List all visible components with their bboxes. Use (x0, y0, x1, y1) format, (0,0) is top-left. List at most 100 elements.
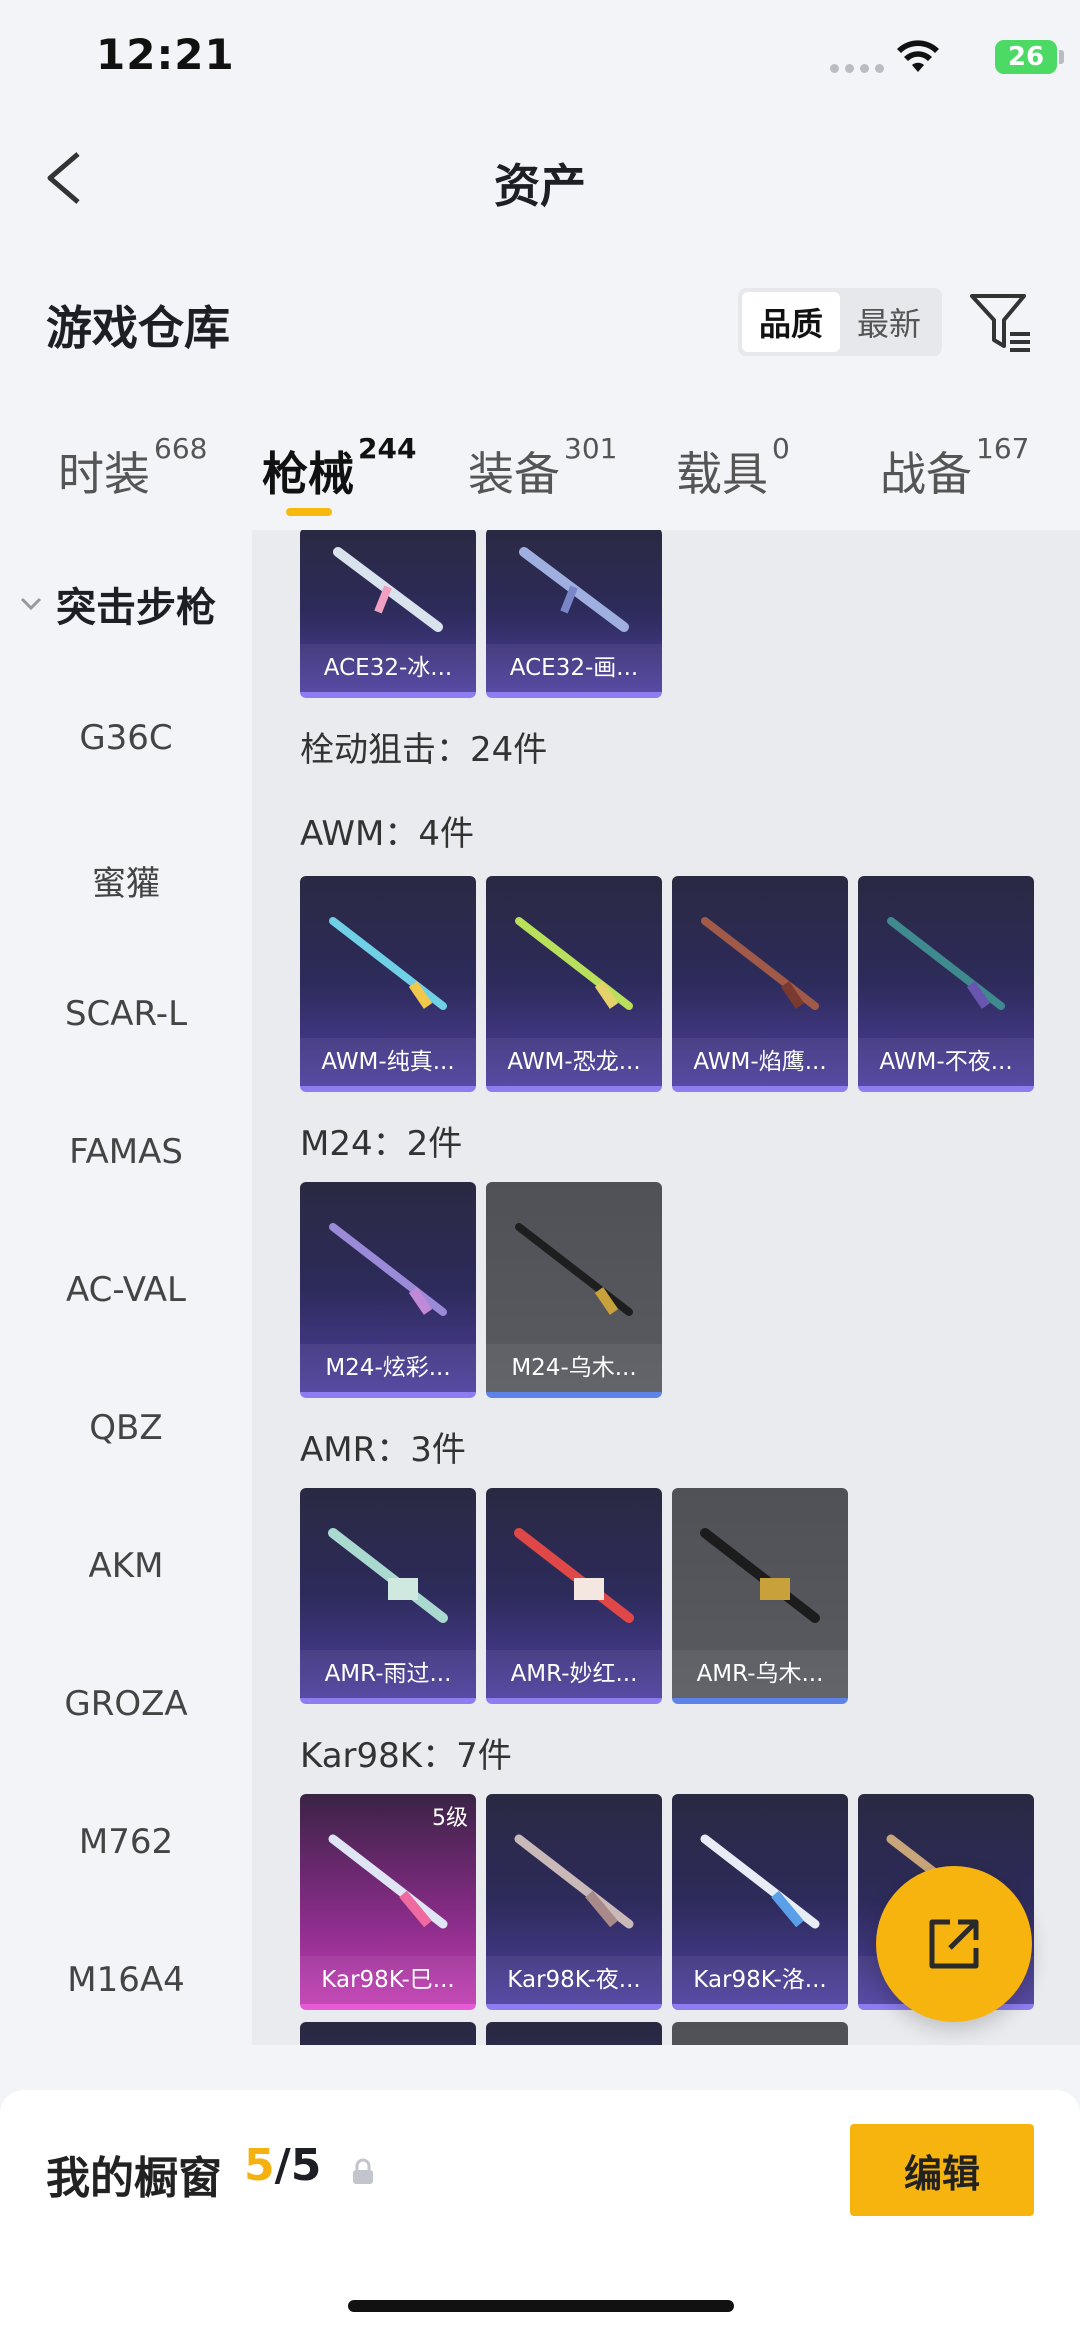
weapon-card-label: ACE32-冰... (300, 644, 476, 692)
wifi-icon (897, 40, 939, 72)
weapon-card[interactable]: AWM-纯真... (300, 876, 476, 1092)
group-title: AWM：4件 (300, 814, 474, 854)
warehouse-title: 游戏仓库 (46, 301, 230, 355)
nav-bar: 资产 (0, 120, 1080, 240)
rifle-icon (519, 547, 629, 632)
weapon-card[interactable]: Kar98K-夜... (486, 1794, 662, 2010)
share-button[interactable] (876, 1866, 1032, 2022)
edit-button[interactable]: 编辑 (850, 2124, 1034, 2216)
sniper-icon (887, 917, 1005, 1010)
weapon-card-label: Kar98K-巳... (300, 1956, 476, 2004)
share-icon (929, 1919, 979, 1969)
sort-latest-button[interactable]: 最新 (840, 292, 938, 352)
tab-label: 战备 (880, 447, 972, 501)
weapon-card-label: Kar98K-洛... (672, 1956, 848, 2004)
rifle-icon (514, 1834, 634, 1929)
active-tab-indicator (286, 508, 332, 516)
weapon-card[interactable]: M24-乌木... (486, 1182, 662, 1398)
weapon-card[interactable]: AWM-恐龙... (486, 876, 662, 1092)
sniper-icon (515, 917, 633, 1010)
group-title: M24：2件 (300, 1124, 463, 1164)
group-title: Kar98K：7件 (300, 1736, 512, 1776)
weapon-card-label: AWM-焰鹰... (672, 1038, 848, 1086)
weapon-card-label: ACE32-画... (486, 644, 662, 692)
battery-cap (1059, 50, 1064, 64)
sniper-icon (515, 1223, 633, 1316)
group-title: AMR：3件 (300, 1430, 466, 1470)
weapon-grid: ACE32-冰... ACE32-画... 栓动狙击：24件 AWM：4件 AW… (252, 530, 1080, 2045)
tab-count: 244 (358, 432, 417, 465)
showcase-label: 我的橱窗 (46, 2153, 222, 2204)
tab-supplies[interactable]: 战备 167 (880, 432, 1029, 504)
weapon-card-label: AMR-雨过... (300, 1650, 476, 1698)
sniper-icon (701, 917, 819, 1010)
sidebar-category-label: 突击步枪 (56, 585, 216, 631)
signal-icon (830, 64, 884, 73)
category-tabs: 时装 668 枪械 244 装备 301 载具 0 战备 167 (0, 420, 1080, 530)
sidebar-item[interactable]: AKM (0, 1546, 252, 1586)
tab-label: 时装 (58, 447, 150, 501)
weapon-card[interactable]: AMR-乌木... (672, 1488, 848, 1704)
sidebar-item[interactable]: G36C (0, 718, 252, 758)
home-indicator (348, 2300, 734, 2312)
sidebar-item[interactable]: FAMAS (0, 1132, 252, 1172)
weapon-card-label: Kar98K-夜... (486, 1956, 662, 2004)
weapon-card[interactable] (486, 2022, 662, 2045)
battery-icon: 26 (995, 40, 1057, 74)
section-title: 栓动狙击：24件 (300, 730, 548, 770)
tab-count: 0 (772, 432, 790, 465)
tab-count: 668 (154, 432, 208, 465)
sort-quality-button[interactable]: 品质 (742, 292, 840, 352)
weapon-card[interactable]: AMR-妙红... (486, 1488, 662, 1704)
sidebar-item[interactable]: GROZA (0, 1684, 252, 1724)
chevron-down-icon (20, 597, 42, 611)
status-time: 12:21 (96, 30, 235, 79)
sniper-icon (329, 1223, 447, 1316)
sidebar-item[interactable]: M16A4 (0, 1960, 252, 2000)
tab-vehicles[interactable]: 载具 0 (676, 432, 790, 504)
weapon-card-label: AWM-恐龙... (486, 1038, 662, 1086)
status-bar: 12:21 26 (0, 0, 1080, 120)
weapon-card[interactable]: AMR-雨过... (300, 1488, 476, 1704)
sniper-icon (328, 1528, 448, 1623)
tab-label: 载具 (676, 447, 768, 501)
weapon-card[interactable]: Kar98K-洛... (672, 1794, 848, 2010)
sort-toggle: 品质 最新 (738, 288, 942, 356)
rifle-icon (700, 1834, 820, 1929)
tab-guns[interactable]: 枪械 244 (262, 432, 416, 504)
weapon-card[interactable]: ACE32-冰... (300, 530, 476, 698)
sidebar-item[interactable]: AC-VAL (0, 1270, 252, 1310)
sidebar-category-header[interactable]: 突击步枪 (16, 575, 216, 633)
tab-equipment[interactable]: 装备 301 (468, 432, 617, 504)
sidebar-item[interactable]: 蜜獾 (0, 856, 252, 905)
showcase-count: 5/5 (244, 2140, 321, 2191)
weapon-card[interactable]: AWM-焰鹰... (672, 876, 848, 1092)
tab-count: 167 (976, 432, 1030, 465)
tab-outfits[interactable]: 时装 668 (58, 432, 207, 504)
sniper-icon (329, 917, 447, 1010)
weapon-card[interactable]: M24-炫彩... (300, 1182, 476, 1398)
weapon-card-label: AWM-纯真... (300, 1038, 476, 1086)
tab-label: 装备 (468, 447, 560, 501)
weapon-card-label: AWM-不夜... (858, 1038, 1034, 1086)
rifle-icon (333, 547, 443, 632)
filter-icon[interactable] (968, 290, 1034, 356)
weapon-card[interactable]: ACE32-画... (486, 530, 662, 698)
page-title: 资产 (494, 159, 586, 213)
sniper-icon (700, 1528, 820, 1623)
sidebar-item[interactable]: M762 (0, 1822, 252, 1862)
weapon-card-label: AMR-乌木... (672, 1650, 848, 1698)
warehouse-header: 游戏仓库 品质 最新 (0, 280, 1080, 380)
weapon-card[interactable] (300, 2022, 476, 2045)
weapon-card-label: AMR-妙红... (486, 1650, 662, 1698)
sidebar-item[interactable]: QBZ (0, 1408, 252, 1448)
sniper-icon (514, 1528, 634, 1623)
sidebar-item[interactable]: SCAR-L (0, 994, 252, 1034)
weapon-card[interactable] (672, 2022, 848, 2045)
weapon-card[interactable]: 5级 Kar98K-巳... (300, 1794, 476, 2010)
tab-label: 枪械 (262, 447, 354, 501)
lock-icon (353, 2158, 373, 2184)
showcase-count-total: /5 (274, 2140, 322, 2191)
weapon-card[interactable]: AWM-不夜... (858, 876, 1034, 1092)
battery-level: 26 (1007, 42, 1045, 72)
